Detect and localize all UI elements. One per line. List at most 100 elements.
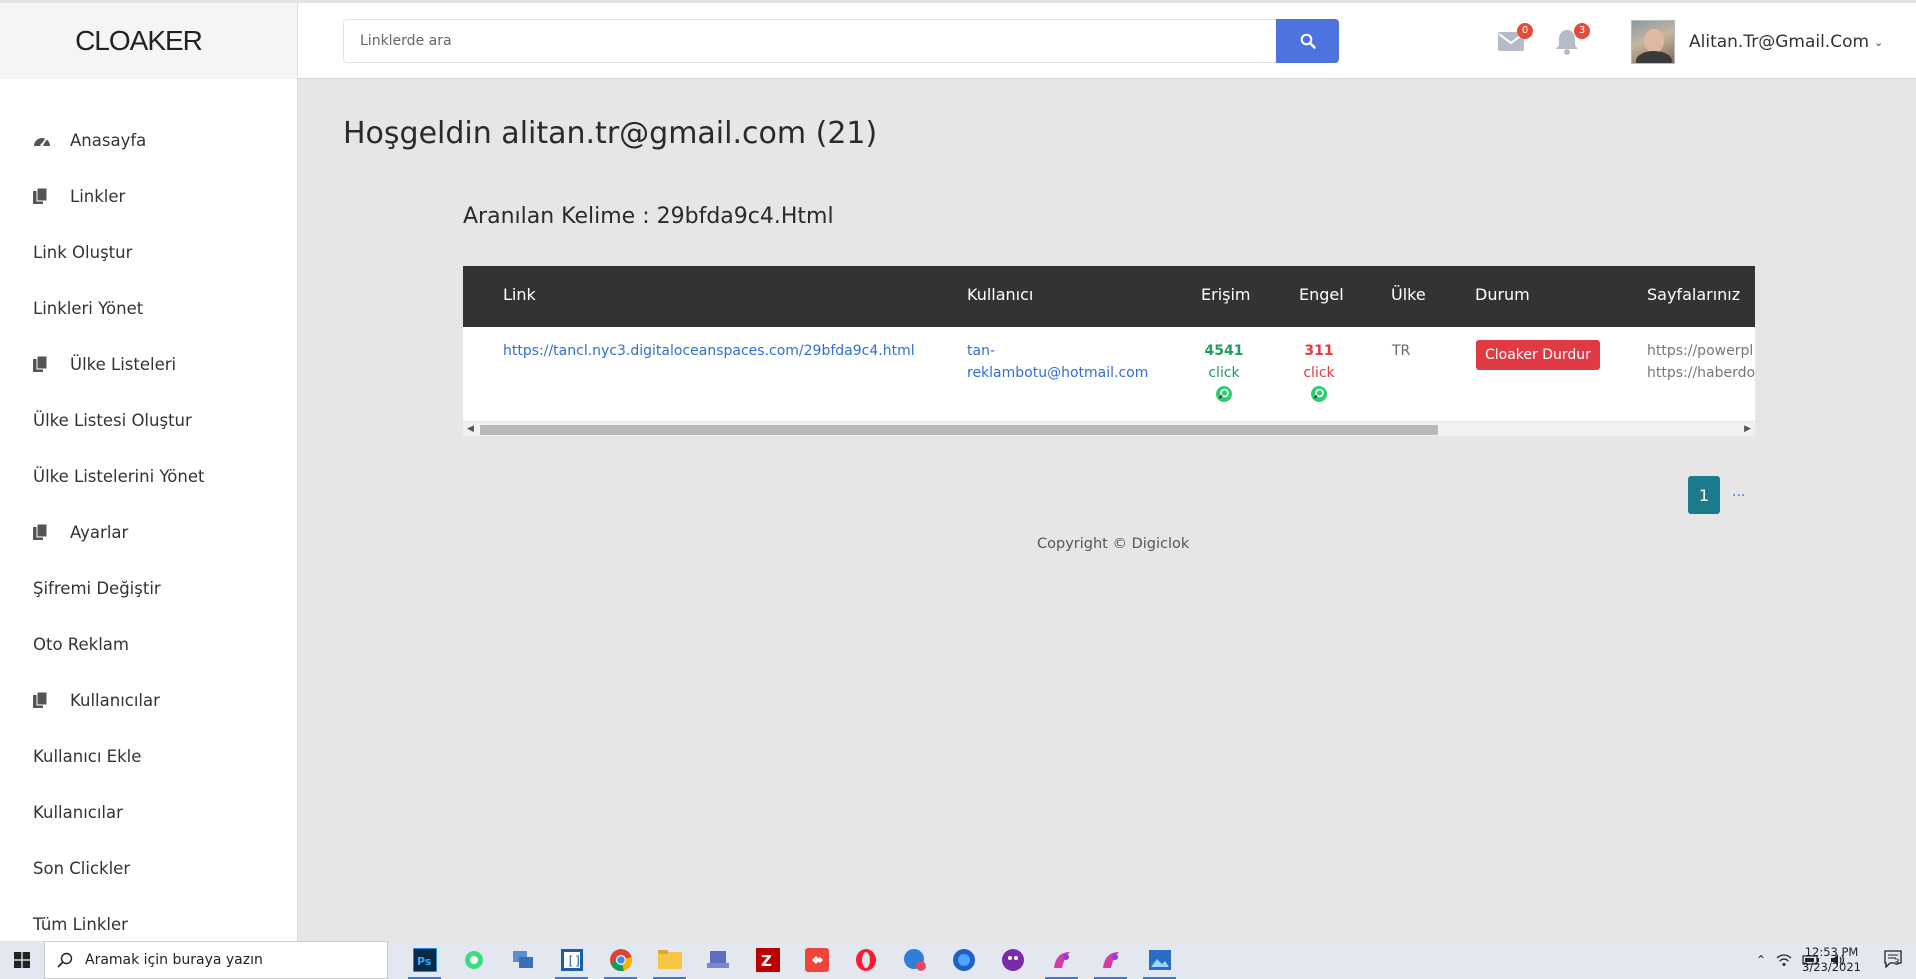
cloaker-stop-button[interactable]: Cloaker Durdur xyxy=(1476,340,1600,370)
block-unit: click xyxy=(1303,365,1335,381)
sidebar-item-kullanicilar[interactable]: Kullanıcılar xyxy=(33,797,123,827)
pagination-page-1[interactable]: 1 xyxy=(1688,476,1720,514)
table-header: Link Kullanıcı Erişim Engel Ülke Durum S… xyxy=(463,266,1755,327)
sidebar-item-label: Tüm Linkler xyxy=(33,914,128,934)
sidebar-item-label: Ülke Listeleri xyxy=(70,354,177,374)
column-header-country: Ülke xyxy=(1391,285,1426,304)
photoshop-icon: Ps xyxy=(412,948,437,972)
anydesk-icon xyxy=(804,948,829,972)
taskbar-app-photoshop[interactable]: Ps xyxy=(400,941,449,979)
search-icon xyxy=(57,952,73,968)
magnify-green-icon xyxy=(1216,386,1232,402)
column-header-user: Kullanıcı xyxy=(967,285,1034,304)
sidebar-item-anasayfa[interactable]: Anasayfa xyxy=(33,125,146,155)
search-input[interactable] xyxy=(343,19,1276,63)
column-header-block: Engel xyxy=(1299,285,1344,304)
action-center-button[interactable]: 3 xyxy=(1884,950,1902,972)
sidebar-item-linkleri-yonet[interactable]: Linkleri Yönet xyxy=(33,293,143,323)
sidebar-item-ulke-listeleri[interactable]: Ülke Listeleri xyxy=(33,349,176,379)
access-unit: click xyxy=(1208,365,1240,381)
search-button[interactable] xyxy=(1276,19,1339,63)
clock-date: 3/23/2021 xyxy=(1802,960,1861,974)
taskbar-app-13[interactable] xyxy=(988,941,1037,979)
windows-icon xyxy=(14,952,30,968)
access-count: 4541 xyxy=(1204,343,1244,359)
taskbar-app-opera[interactable] xyxy=(841,941,890,979)
sidebar-item-kullanici-ekle[interactable]: Kullanıcı Ekle xyxy=(33,741,141,771)
taskbar-app-anydesk[interactable] xyxy=(792,941,841,979)
block-search-button[interactable] xyxy=(1299,385,1339,403)
chevron-up-icon[interactable]: ⌃ xyxy=(1756,953,1766,967)
row-pages: https://powerpl https://haberdo xyxy=(1647,340,1755,384)
svg-text:Z: Z xyxy=(761,952,772,970)
app-pink-icon xyxy=(1102,952,1119,968)
sidebar-item-ulke-listesi-olustur[interactable]: Ülke Listesi Oluştur xyxy=(33,405,192,435)
notifications-button[interactable]: 3 xyxy=(1554,23,1590,57)
sidebar-item-label: Ülke Listesi Oluştur xyxy=(33,410,192,430)
user-menu[interactable]: Alitan.Tr@Gmail.Com ⌄ xyxy=(1631,20,1883,64)
taskbar-app-4[interactable]: [] xyxy=(547,941,596,979)
scroll-left-icon[interactable]: ◀ xyxy=(467,424,474,434)
brand-logo[interactable]: CLOAKER xyxy=(0,0,298,79)
taskbar-app-photos[interactable] xyxy=(1135,941,1184,979)
search-icon xyxy=(1300,33,1316,49)
globe-icon xyxy=(903,949,926,971)
sidebar-item-tum-linkler[interactable]: Tüm Linkler xyxy=(33,909,128,939)
pagination-more[interactable]: ... xyxy=(1732,484,1745,500)
taskbar-app-explorer[interactable] xyxy=(645,941,694,979)
taskbar: Aramak için buraya yazın Ps [] Z ⌃ 12:53… xyxy=(0,941,1916,979)
column-header-pages: Sayfalarınız xyxy=(1647,285,1741,304)
sidebar-item-link-olustur[interactable]: Link Oluştur xyxy=(33,237,132,267)
brand-text: CLOAKER xyxy=(75,25,203,56)
taskbar-app-11[interactable] xyxy=(890,941,939,979)
messages-button[interactable]: 0 xyxy=(1497,23,1533,57)
taskbar-app-14[interactable] xyxy=(1037,941,1086,979)
row-link[interactable]: https://tancl.nyc3.digitaloceanspaces.co… xyxy=(503,340,915,362)
taskbar-app-filezilla[interactable]: Z xyxy=(743,941,792,979)
sidebar: Anasayfa Linkler Link Oluştur Linkleri Y… xyxy=(0,79,298,941)
taskbar-apps: Ps [] Z xyxy=(400,941,1184,979)
dashboard-icon xyxy=(34,138,50,147)
sidebar-item-label: Oto Reklam xyxy=(33,634,129,654)
sidebar-item-son-clickler[interactable]: Son Clickler xyxy=(33,853,130,883)
access-search-button[interactable] xyxy=(1203,385,1245,403)
row-user[interactable]: tan- reklambotu@hotmail.com xyxy=(967,340,1148,384)
sidebar-item-label: Link Oluştur xyxy=(33,242,133,262)
firefox-icon xyxy=(952,949,975,971)
sidebar-item-label: Anasayfa xyxy=(70,130,147,150)
taskbar-app-firefox[interactable] xyxy=(939,941,988,979)
wifi-icon[interactable] xyxy=(1776,953,1792,967)
column-header-status: Durum xyxy=(1475,285,1530,304)
column-header-link: Link xyxy=(503,285,536,304)
taskbar-search-text: Aramak için buraya yazın xyxy=(85,952,263,968)
sidebar-item-ayarlar[interactable]: Ayarlar xyxy=(33,517,128,547)
network-icon xyxy=(512,951,533,968)
sidebar-item-sifremi-degistir[interactable]: Şifremi Değiştir xyxy=(33,573,161,603)
taskbar-clock[interactable]: 12:53 PM 3/23/2021 xyxy=(1802,945,1861,975)
scroll-right-icon[interactable]: ▶ xyxy=(1744,424,1751,434)
sidebar-item-ulke-listelerini-yonet[interactable]: Ülke Listelerini Yönet xyxy=(33,461,204,491)
row-country: TR xyxy=(1392,343,1411,359)
taskbar-app-15[interactable] xyxy=(1086,941,1135,979)
horizontal-scrollbar[interactable]: ◀ ▶ xyxy=(463,421,1755,436)
app-pink-icon xyxy=(1053,952,1070,968)
taskbar-app-chrome[interactable] xyxy=(596,941,645,979)
messages-badge: 0 xyxy=(1517,23,1533,39)
row-pages-line2: https://haberdo xyxy=(1647,365,1755,381)
taskbar-app-2[interactable] xyxy=(449,941,498,979)
search-bar xyxy=(343,19,1339,63)
sidebar-item-label: Linkleri Yönet xyxy=(33,298,144,318)
taskbar-search[interactable]: Aramak için buraya yazın xyxy=(44,941,388,979)
sidebar-item-kullanicilar-section[interactable]: Kullanıcılar xyxy=(33,685,160,715)
copy-icon xyxy=(33,524,47,540)
header: 0 3 Alitan.Tr@Gmail.Com ⌄ xyxy=(298,0,1916,79)
start-button[interactable] xyxy=(0,941,44,979)
taskbar-app-7[interactable] xyxy=(694,941,743,979)
row-user-line2: reklambotu@hotmail.com xyxy=(967,365,1149,381)
taskbar-app-3[interactable] xyxy=(498,941,547,979)
sidebar-item-oto-reklam[interactable]: Oto Reklam xyxy=(33,629,129,659)
sidebar-item-linkler[interactable]: Linkler xyxy=(33,181,125,211)
copy-icon xyxy=(33,188,47,204)
brackets-icon: [] xyxy=(560,949,583,971)
scroll-thumb[interactable] xyxy=(480,425,1438,435)
